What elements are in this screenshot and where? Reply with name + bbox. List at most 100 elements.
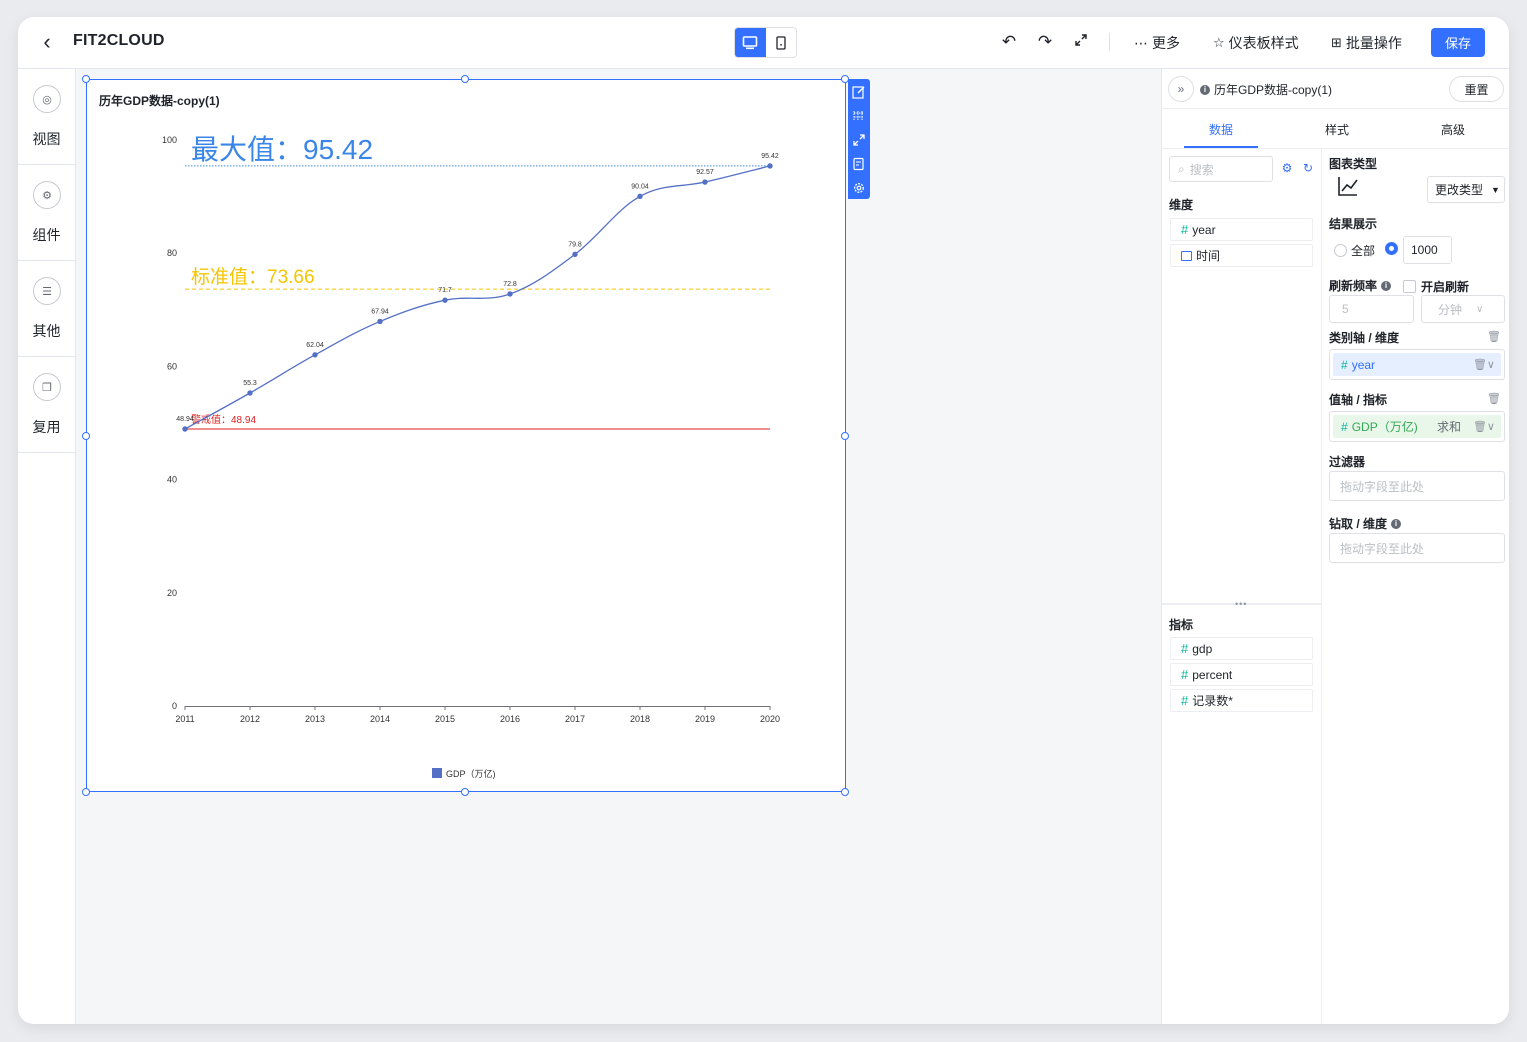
sidebar-item-view[interactable]: ◎ 视图: [18, 69, 75, 165]
batch-icon: ⊞: [1331, 35, 1342, 50]
panel-tabs: 数据 样式 高级: [1162, 109, 1509, 149]
collapse-panel-icon[interactable]: »: [1168, 76, 1194, 102]
detail-icon[interactable]: [850, 154, 868, 174]
layout-grid-icon[interactable]: [850, 106, 868, 126]
value-axis-field[interactable]: # GDP（万亿) 求和 🗑∨: [1333, 415, 1501, 438]
y-tick-label: 40: [167, 475, 177, 485]
other-icon: ☰: [33, 277, 61, 305]
refresh-value-input[interactable]: 5: [1329, 295, 1414, 323]
data-label: 92.57: [696, 169, 714, 176]
edit-icon[interactable]: [850, 82, 868, 102]
data-label: 95.42: [761, 153, 779, 160]
enlarge-icon[interactable]: [850, 130, 868, 150]
field-search-input[interactable]: ⌕ 搜索: [1169, 156, 1273, 182]
enable-refresh-checkbox[interactable]: 开启刷新: [1403, 278, 1469, 295]
desktop-icon: [742, 35, 758, 49]
chart-toolbar: [848, 79, 870, 199]
sidebar-item-reuse[interactable]: ❐ 复用: [18, 357, 75, 453]
tab-style[interactable]: 样式: [1325, 121, 1349, 138]
caret-down-icon: ▼: [1491, 184, 1500, 195]
expand-icon: [1075, 34, 1087, 46]
data-point: [312, 352, 318, 358]
drag-handle-icon[interactable]: •••: [1235, 599, 1247, 609]
result-display-label: 结果展示: [1329, 217, 1378, 231]
data-point: [767, 163, 773, 169]
number-field-icon: #: [1341, 419, 1348, 434]
filter-dropzone[interactable]: 拖动字段至此处: [1329, 471, 1505, 501]
fullscreen-icon[interactable]: [1071, 31, 1091, 53]
resize-handle-br[interactable]: [841, 788, 849, 796]
trash-icon[interactable]: 🗑: [1487, 330, 1501, 343]
field-actions-icon[interactable]: 🗑∨: [1473, 420, 1495, 433]
number-field-icon: #: [1181, 693, 1189, 708]
y-tick-label: 60: [167, 361, 177, 371]
info-icon: i: [1391, 518, 1402, 529]
save-button[interactable]: 保存: [1431, 28, 1485, 57]
more-dots-icon: ⋯: [1134, 34, 1148, 51]
field-actions-icon[interactable]: 🗑∨: [1473, 358, 1495, 371]
resize-handle-bl[interactable]: [82, 788, 90, 796]
dimension-field-year[interactable]: # year: [1170, 218, 1313, 241]
tab-data[interactable]: 数据: [1209, 121, 1233, 138]
chevron-down-icon: ∨: [1476, 303, 1484, 315]
resize-handle-tl[interactable]: [82, 75, 90, 83]
resize-handle-b[interactable]: [461, 788, 469, 796]
result-count-radio[interactable]: [1385, 242, 1398, 260]
result-count-input[interactable]: 1000: [1403, 236, 1452, 264]
data-label: 79.8: [568, 241, 582, 248]
resize-handle-t[interactable]: [461, 75, 469, 83]
x-tick-label: 2013: [305, 714, 325, 724]
data-label: 55.3: [243, 380, 257, 387]
field-settings-icon[interactable]: ⚙: [1280, 161, 1294, 175]
redo-icon[interactable]: ↷: [1035, 31, 1055, 53]
back-arrow-icon[interactable]: ‹: [36, 29, 58, 55]
mobile-icon: [776, 35, 786, 50]
data-point: [182, 426, 188, 432]
batch-operation-button[interactable]: ⊞ 批量操作: [1331, 33, 1402, 53]
result-all-radio[interactable]: 全部: [1334, 242, 1375, 259]
undo-icon[interactable]: ↶: [999, 31, 1019, 53]
data-point: [572, 251, 578, 258]
refresh-unit-select[interactable]: 分钟 ∨: [1421, 295, 1505, 323]
line-chart-type-icon[interactable]: [1337, 175, 1359, 202]
mobile-view-button[interactable]: [766, 28, 797, 57]
tab-advanced[interactable]: 高级: [1441, 121, 1465, 138]
dimension-field-time[interactable]: 时间: [1170, 244, 1313, 267]
change-type-dropdown[interactable]: 更改类型 ▼: [1427, 176, 1505, 203]
metric-field-gdp[interactable]: # gdp: [1170, 637, 1313, 660]
right-config-panel: » i 历年GDP数据-copy(1) 重置 数据 样式 高级 ⌕ 搜索 ⚙ ↻…: [1161, 69, 1509, 1024]
value-axis-dropzone: # GDP（万亿) 求和 🗑∨: [1329, 411, 1505, 442]
data-point: [247, 390, 253, 396]
number-field-icon: #: [1181, 222, 1189, 237]
desktop-view-button[interactable]: [735, 28, 766, 57]
metric-field-record-count[interactable]: # 记录数*: [1170, 689, 1313, 712]
dashboard-style-button[interactable]: ☆ 仪表板样式: [1213, 33, 1299, 53]
sidebar-item-component[interactable]: ⚙ 组件: [18, 165, 75, 261]
settings-gear-icon[interactable]: [850, 178, 868, 198]
refresh-fields-icon[interactable]: ↻: [1301, 161, 1315, 175]
line-chart: 0 20 40 60 80 100 2011 2012 2013 2014 2015 2016 2017…: [162, 134, 780, 779]
data-point: [377, 318, 383, 325]
radio-on: [1385, 242, 1398, 255]
x-tick-label: 2020: [760, 714, 780, 724]
top-header: ‹ FIT2CLOUD ↶ ↷ ⋯ 更多 ☆ 仪表板样式 ⊞ 批量操作 保存: [18, 17, 1509, 69]
data-point: [637, 193, 643, 200]
refresh-rate-label: 刷新频率 i: [1329, 277, 1392, 294]
x-tick-label: 2017: [565, 714, 585, 724]
resize-handle-l[interactable]: [82, 432, 90, 440]
y-tick-label: 0: [172, 701, 177, 711]
reference-line-label: 最大值：95.42: [191, 134, 373, 165]
reference-line-label: 标准值：73.66: [191, 266, 315, 288]
more-button[interactable]: ⋯ 更多: [1134, 33, 1180, 53]
category-axis-dropzone: # year 🗑∨: [1329, 349, 1505, 380]
trash-icon[interactable]: 🗑: [1487, 392, 1501, 405]
resize-handle-r[interactable]: [841, 432, 849, 440]
reference-line-label: 警戒值：48.94: [191, 413, 256, 426]
metric-field-percent[interactable]: # percent: [1170, 663, 1313, 686]
drill-dropzone[interactable]: 拖动字段至此处: [1329, 533, 1505, 563]
sidebar-item-other[interactable]: ☰ 其他: [18, 261, 75, 357]
active-tab-indicator: [1184, 146, 1258, 148]
reset-button[interactable]: 重置: [1449, 76, 1504, 102]
chart-component[interactable]: 历年GDP数据-copy(1) 0 20 40 60 80 100 2011 2012 2013…: [86, 79, 846, 792]
category-axis-field[interactable]: # year 🗑∨: [1333, 353, 1501, 376]
